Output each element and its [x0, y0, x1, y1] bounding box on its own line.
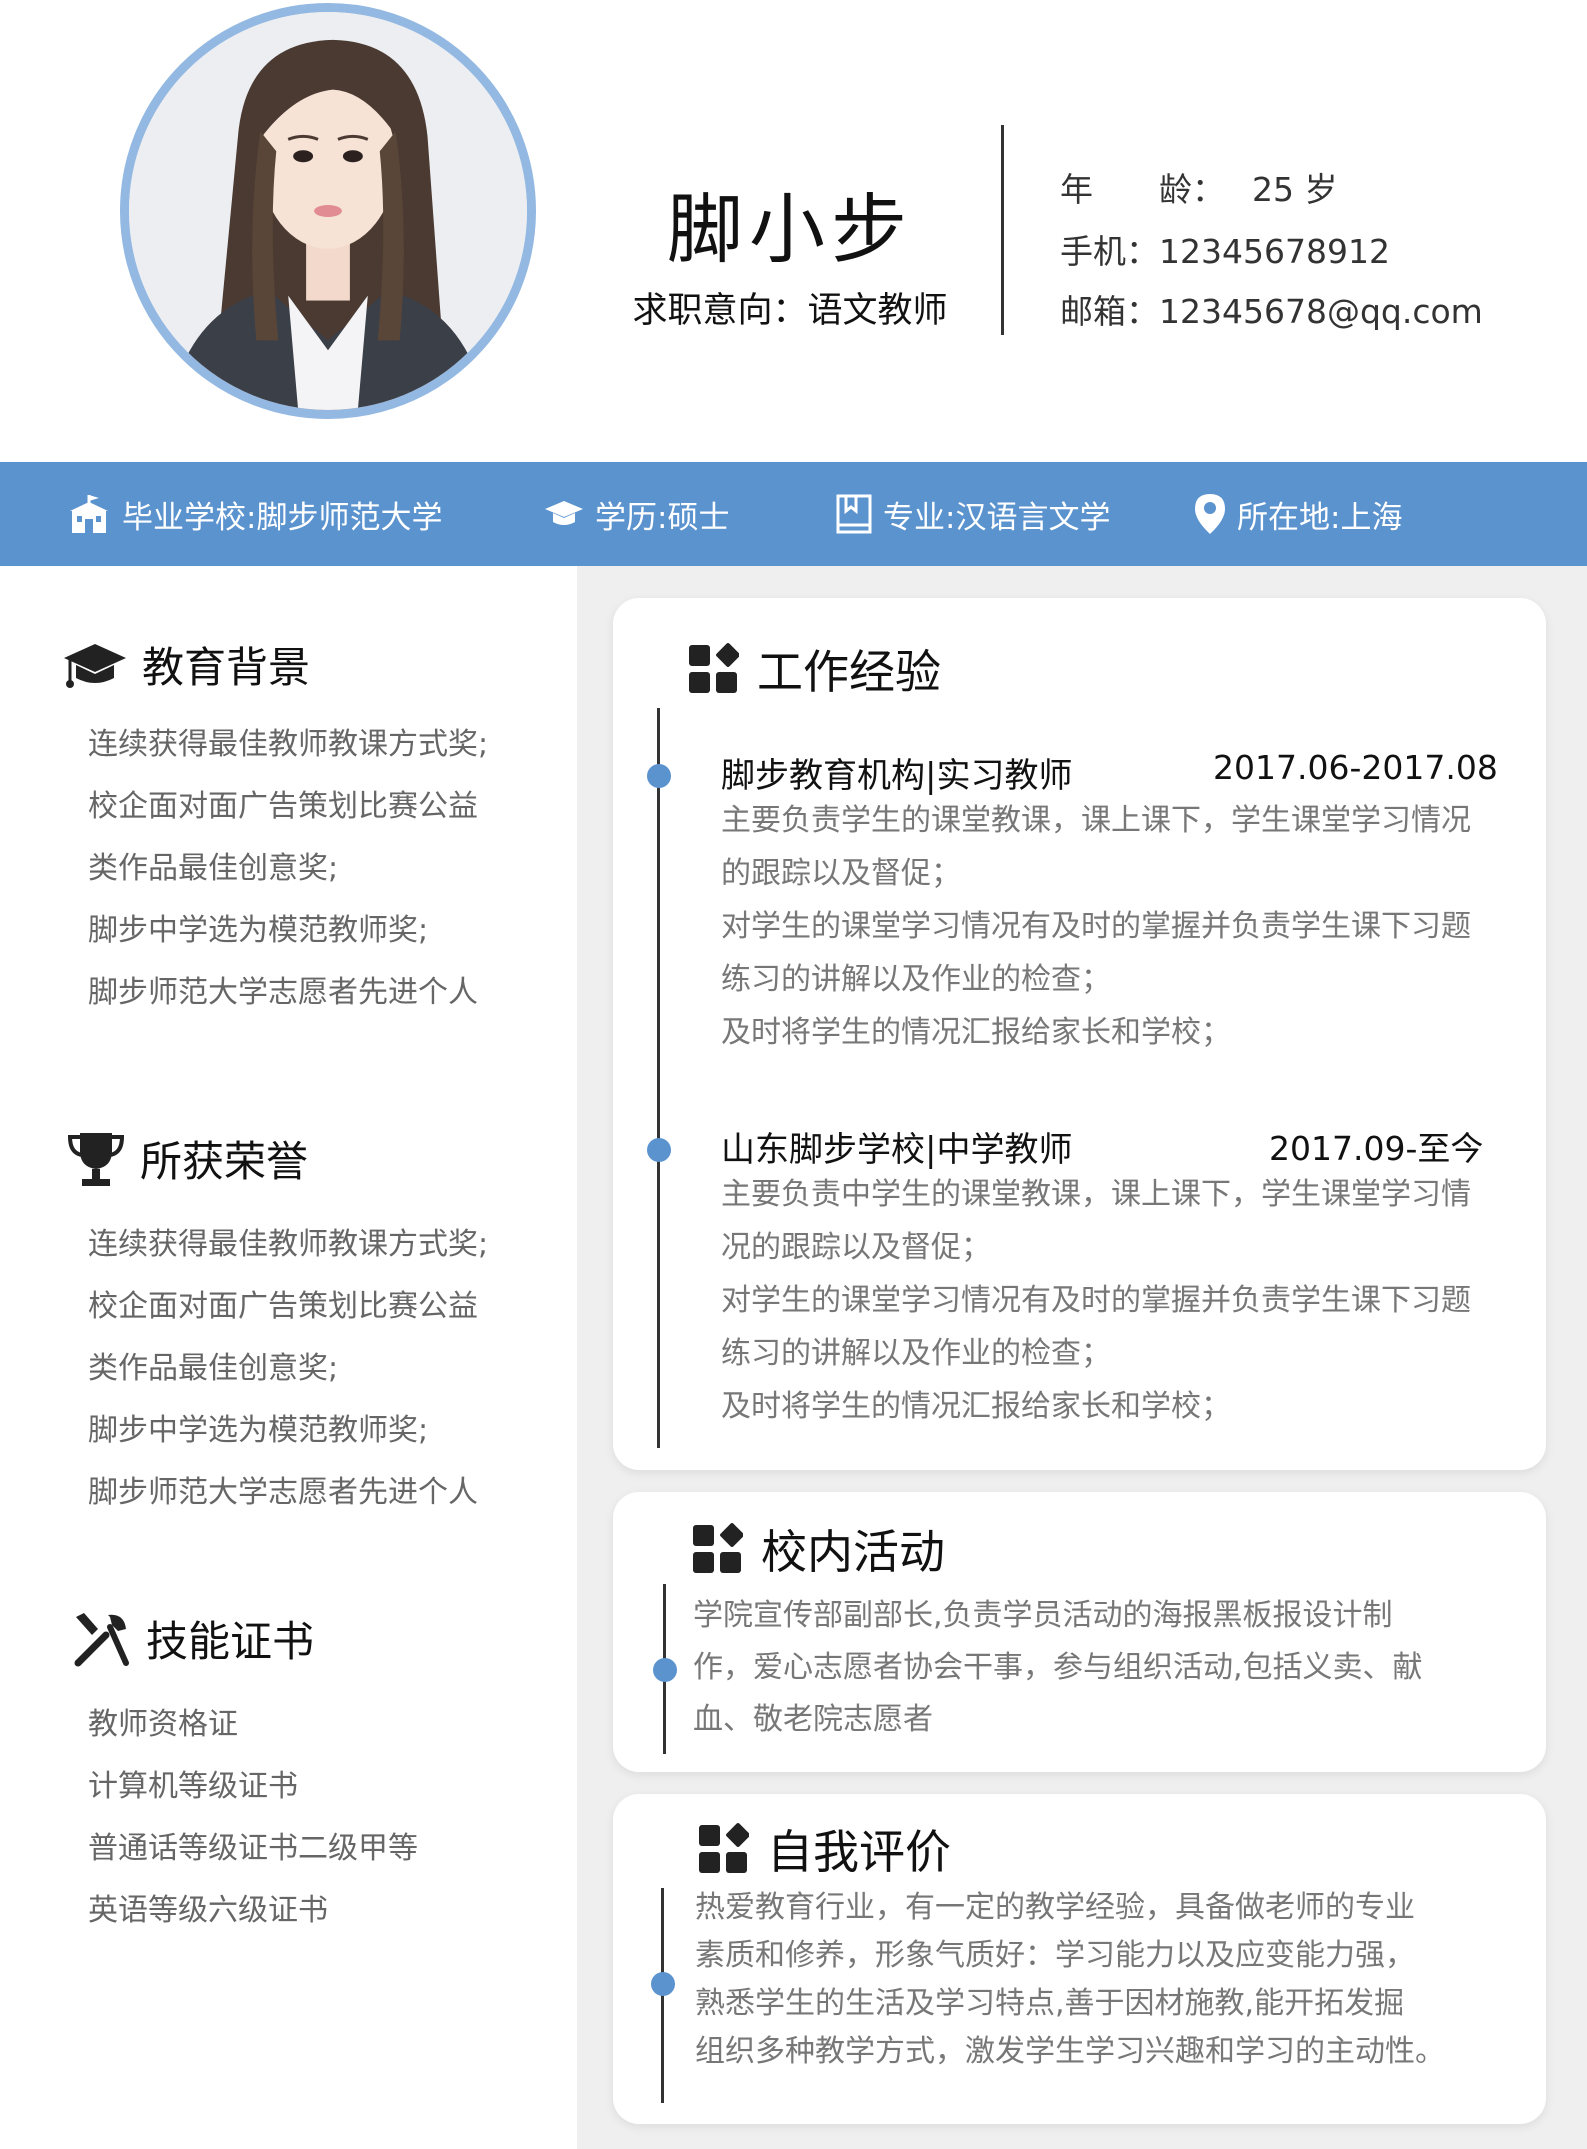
phone-value: 12345678912: [1159, 232, 1390, 271]
work-experience-card: 工作经验 脚步教育机构|实习教师 2017.06-2017.08 主要负责学生的…: [613, 598, 1546, 1470]
text-line: 及时将学生的情况汇报给家长和学校；: [721, 1389, 1231, 1424]
education-section-title: 教育背景: [62, 634, 310, 695]
location-pin-icon: [1195, 494, 1225, 534]
job-title: 脚步教育机构|实习教师: [721, 756, 1073, 796]
text-line: 练习的讲解以及作业的检查；: [721, 962, 1111, 997]
text-line: 况的跟踪以及督促；: [721, 1230, 991, 1265]
graduation-cap-icon: [545, 501, 583, 525]
info-age: 年 龄： 25 岁: [1060, 163, 1337, 211]
skills-list: 教师资格证 计算机等级证书 普通话等级证书二级甲等 英语等级六级证书: [88, 1694, 418, 1942]
tools-icon: [74, 1612, 129, 1666]
job-title: 山东脚步学校|中学教师: [721, 1130, 1073, 1170]
job-intent: 求职意向：语文教师: [632, 291, 948, 331]
right-column: 工作经验 脚步教育机构|实习教师 2017.06-2017.08 主要负责学生的…: [577, 566, 1587, 2149]
text-line: 主要负责中学生的课堂教课，课上课下，学生课堂学习情: [721, 1177, 1471, 1212]
resume-header: 脚小步 求职意向：语文教师 年 龄： 25 岁 手机：12345678912 邮箱…: [0, 0, 1587, 462]
text-line: 对学生的课堂学习情况有及时的掌握并负责学生课下习题: [721, 909, 1471, 944]
timeline-dot: [647, 1138, 671, 1162]
education-list: 连续获得最佳教师教课方式奖; 校企面对面广告策划比赛公益 类作品最佳创意奖; 脚…: [88, 714, 488, 1024]
phone-label: 手机：: [1060, 232, 1159, 271]
text-line: 练习的讲解以及作业的检查；: [721, 1336, 1111, 1371]
text-line: 熟悉学生的生活及学习特点,善于因材施教,能开拓发掘: [695, 1986, 1405, 2021]
job-date: 2017.06-2017.08: [1213, 748, 1498, 787]
grid-blocks-icon: [689, 643, 739, 693]
email-label: 邮箱：: [1060, 292, 1159, 331]
timeline-dot: [653, 1658, 677, 1682]
info-phone: 手机：12345678912: [1060, 225, 1390, 273]
list-item: 脚步中学选为模范教师奖;: [88, 1413, 429, 1448]
self-evaluation-card: 自我评价 热爱教育行业，有一定的教学经验，具备做老师的专业 素质和修养，形象气质…: [613, 1794, 1546, 2124]
education-title-text: 教育背景: [142, 643, 311, 692]
list-item: 教师资格证: [88, 1707, 238, 1742]
band-major-text: 专业:汉语言文学: [883, 499, 1111, 536]
band-degree-text: 学历:硕士: [595, 499, 730, 536]
header-divider: [1001, 125, 1004, 335]
self-eval-description: 热爱教育行业，有一定的教学经验，具备做老师的专业 素质和修养，形象气质好：学习能…: [695, 1884, 1525, 2076]
portrait-illustration: [129, 12, 527, 410]
activities-title-text: 校内活动: [761, 1525, 945, 1579]
list-item: 脚步中学选为模范教师奖;: [88, 913, 429, 948]
text-line: 及时将学生的情况汇报给家长和学校；: [721, 1015, 1231, 1050]
band-school: 毕业学校:脚步师范大学: [66, 462, 442, 566]
job-description: 主要负责学生的课堂教课，课上课下，学生课堂学习情况 的跟踪以及督促； 对学生的课…: [721, 794, 1521, 1059]
age-label: 年 龄：: [1060, 170, 1225, 209]
trophy-icon: [67, 1132, 125, 1186]
list-item: 连续获得最佳教师教课方式奖;: [88, 727, 489, 762]
honors-list: 连续获得最佳教师教课方式奖; 校企面对面广告策划比赛公益 类作品最佳创意奖; 脚…: [88, 1214, 488, 1524]
age-value: 25 岁: [1252, 170, 1338, 209]
candidate-name: 脚小步: [667, 185, 913, 274]
list-item: 类作品最佳创意奖;: [88, 1351, 339, 1386]
campus-activities-card: 校内活动 学院宣传部副部长,负责学员活动的海报黑板报设计制 作，爱心志愿者协会干…: [613, 1492, 1546, 1772]
timeline-dot: [647, 764, 671, 788]
text-line: 血、敬老院志愿者: [693, 1702, 933, 1737]
grid-blocks-icon: [693, 1523, 743, 1573]
text-line: 对学生的课堂学习情况有及时的掌握并负责学生课下习题: [721, 1283, 1471, 1318]
job-description: 主要负责中学生的课堂教课，课上课下，学生课堂学习情 况的跟踪以及督促； 对学生的…: [721, 1168, 1521, 1433]
honors-section-title: 所获荣誉: [66, 1128, 308, 1189]
list-item: 校企面对面广告策划比赛公益: [88, 1289, 478, 1324]
band-location-text: 所在地:上海: [1237, 499, 1403, 536]
honors-title-text: 所获荣誉: [140, 1137, 309, 1186]
text-line: 热爱教育行业，有一定的教学经验，具备做老师的专业: [695, 1890, 1415, 1925]
list-item: 类作品最佳创意奖;: [88, 851, 339, 886]
info-email: 邮箱：12345678@qq.com: [1060, 285, 1483, 333]
text-line: 主要负责学生的课堂教课，课上课下，学生课堂学习情况: [721, 803, 1471, 838]
book-icon: [836, 494, 872, 534]
list-item: 脚步师范大学志愿者先进个人: [88, 975, 478, 1010]
list-item: 脚步师范大学志愿者先进个人: [88, 1475, 478, 1510]
list-item: 校企面对面广告策划比赛公益: [88, 789, 478, 824]
info-band: 毕业学校:脚步师范大学 学历:硕士 专业:汉语言文学 所在地:上海: [0, 462, 1587, 566]
list-item: 英语等级六级证书: [88, 1893, 328, 1928]
list-item: 普通话等级证书二级甲等: [88, 1831, 418, 1866]
activities-section-title: 校内活动: [691, 1516, 945, 1582]
work-title-text: 工作经验: [757, 645, 941, 699]
work-timeline: [657, 708, 660, 1448]
school-icon: [70, 495, 108, 533]
left-column: 教育背景 连续获得最佳教师教课方式奖; 校企面对面广告策划比赛公益 类作品最佳创…: [0, 566, 577, 2149]
skills-section-title: 技能证书: [72, 1608, 314, 1669]
band-location: 所在地:上海: [1193, 462, 1402, 566]
text-line: 作，爱心志愿者协会干事，参与组织活动,包括义卖、献: [693, 1650, 1423, 1685]
text-line: 组织多种教学方式，激发学生学习兴趣和学习的主动性。: [695, 2034, 1445, 2069]
band-major: 专业:汉语言文学: [835, 462, 1110, 566]
self-eval-title-text: 自我评价: [767, 1825, 951, 1879]
skills-title-text: 技能证书: [146, 1617, 315, 1666]
text-line: 素质和修养，形象气质好：学习能力以及应变能力强，: [695, 1938, 1415, 1973]
band-degree: 学历:硕士: [543, 462, 729, 566]
activities-description: 学院宣传部副部长,负责学员活动的海报黑板报设计制 作，爱心志愿者协会干事，参与组…: [693, 1590, 1523, 1746]
profile-photo: [120, 3, 536, 419]
work-section-title: 工作经验: [687, 636, 941, 702]
email-value: 12345678@qq.com: [1159, 292, 1483, 331]
grid-blocks-icon: [699, 1823, 749, 1873]
list-item: 计算机等级证书: [88, 1769, 298, 1804]
self-eval-section-title: 自我评价: [697, 1816, 951, 1882]
text-line: 的跟踪以及督促；: [721, 856, 961, 891]
job-date: 2017.09-至今: [1269, 1129, 1484, 1168]
timeline-dot: [651, 1972, 675, 1996]
band-school-text: 毕业学校:脚步师范大学: [122, 499, 443, 536]
text-line: 学院宣传部副部长,负责学员活动的海报黑板报设计制: [693, 1598, 1393, 1633]
graduation-cap-icon: [64, 643, 126, 688]
list-item: 连续获得最佳教师教课方式奖;: [88, 1227, 489, 1262]
